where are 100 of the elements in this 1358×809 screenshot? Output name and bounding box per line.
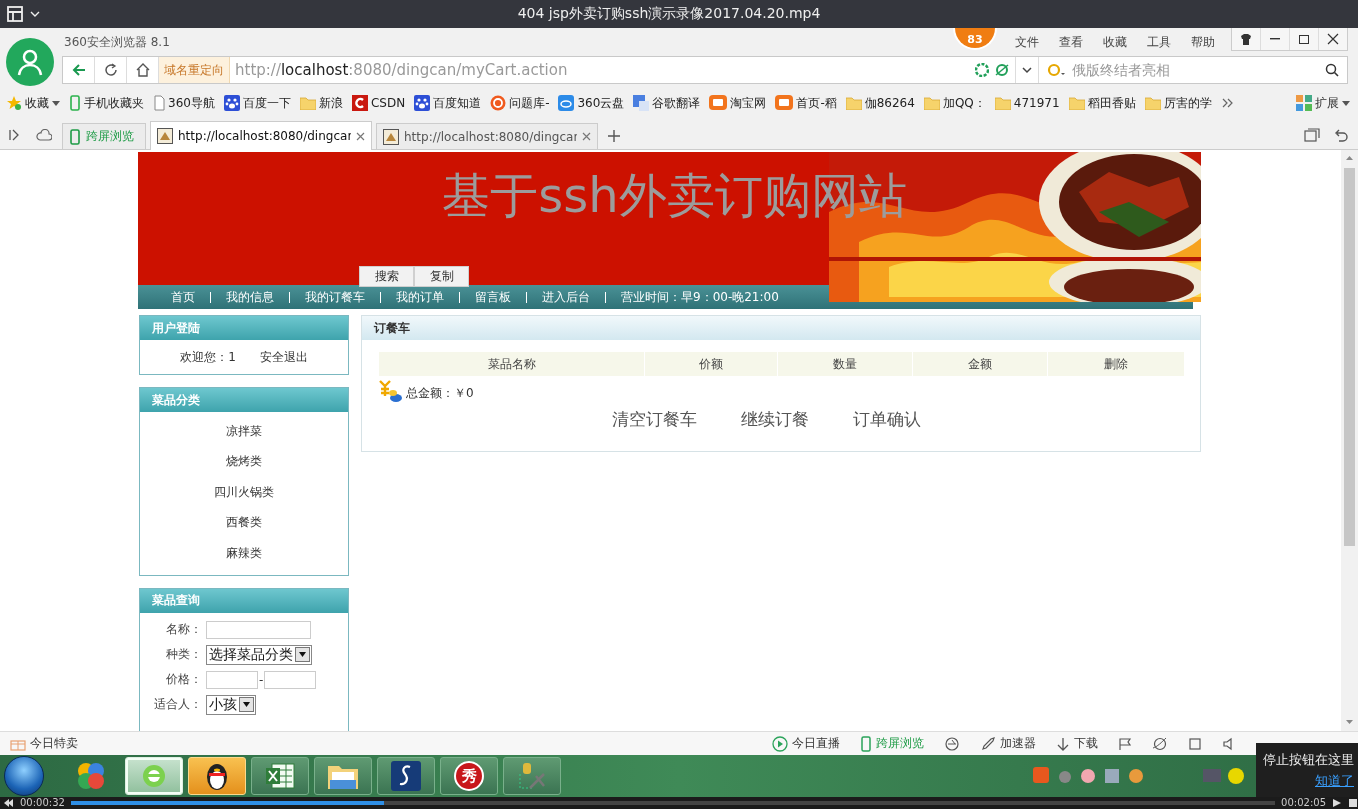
bookmark-item[interactable]: 谷歌翻译: [633, 94, 701, 112]
menu-item[interactable]: 收藏: [1093, 33, 1137, 51]
start-button[interactable]: [4, 756, 44, 796]
bookmark-item[interactable]: 收藏: [6, 94, 60, 112]
bookmark-item[interactable]: 厉害的学: [1144, 94, 1212, 112]
stop-icon[interactable]: [1348, 798, 1358, 808]
category-link[interactable]: 麻辣类: [226, 538, 262, 569]
taskbar-button[interactable]: [377, 757, 435, 795]
column-header: 金额: [912, 352, 1047, 376]
field-label: 适合人：: [153, 696, 203, 713]
layout-icon[interactable]: [6, 5, 24, 23]
duration-time: 00:02:05: [1281, 797, 1326, 809]
menu-item[interactable]: 帮助: [1181, 33, 1225, 51]
paw-icon: [414, 95, 431, 111]
minimize-icon: [1270, 38, 1280, 40]
phone-icon: [69, 95, 81, 111]
close-button[interactable]: [1318, 28, 1347, 50]
nav-link[interactable]: 我的订单: [396, 288, 444, 306]
status-button[interactable]: [1188, 736, 1202, 751]
menu-item[interactable]: 工具: [1137, 33, 1181, 51]
category-link[interactable]: 烧烤类: [226, 446, 262, 477]
welcome-text: 欢迎您：1: [180, 348, 236, 366]
bookmark-item[interactable]: 伽86264: [845, 94, 915, 112]
search-field[interactable]: 俄版终结者亮相: [1070, 61, 1322, 79]
bookmark-item[interactable]: 手机收藏夹: [69, 94, 144, 112]
category-select[interactable]: 选择菜品分类: [206, 644, 312, 665]
popup-button[interactable]: 复制: [414, 266, 469, 287]
cloud-icon: [558, 95, 575, 111]
category-link[interactable]: 凉拌菜: [226, 416, 262, 447]
bookmark-item[interactable]: 问题库-: [490, 94, 550, 112]
play-icon: [772, 735, 788, 752]
nav-link[interactable]: 我的订餐车: [305, 288, 365, 306]
bookmark-item[interactable]: CSDN: [351, 95, 406, 111]
nav-link[interactable]: 我的信息: [226, 288, 274, 306]
skin-button[interactable]: [1232, 28, 1260, 50]
field-label: 名称：: [165, 621, 203, 638]
cart-action-link[interactable]: 继续订餐: [740, 408, 809, 431]
double-chevron-icon[interactable]: [1220, 97, 1235, 109]
nav-link[interactable]: 留言板: [475, 288, 511, 306]
chevron-down-icon[interactable]: [30, 9, 40, 19]
nav-link[interactable]: 进入后台: [542, 288, 590, 306]
logout-link[interactable]: 安全退出: [259, 348, 308, 366]
tabs-icon[interactable]: [1304, 128, 1320, 142]
bookmark-item[interactable]: 百度一下: [223, 94, 291, 112]
close-icon[interactable]: [356, 131, 365, 141]
undo-icon[interactable]: [1334, 128, 1348, 142]
nav-link[interactable]: 首页: [171, 288, 195, 306]
logo-icon: [709, 95, 728, 111]
cart-action-link[interactable]: 订单确认: [852, 408, 921, 431]
max-price-field[interactable]: [264, 670, 317, 689]
bookmark-item[interactable]: 百度知道: [414, 94, 482, 112]
category-link[interactable]: 西餐类: [226, 507, 262, 538]
panel-title: 菜品查询: [140, 588, 348, 613]
bookmark-item[interactable]: 471971: [994, 96, 1060, 110]
url-field[interactable]: http://localhost:8080/dingcan/myCart.action: [230, 57, 969, 83]
cart-action-link[interactable]: 清空订餐车: [611, 408, 697, 431]
panel-title: 用户登陆: [140, 316, 348, 340]
status-button[interactable]: 跨屏浏览: [860, 735, 924, 752]
folder-icon: [923, 96, 940, 110]
panel-title: 菜品分类: [140, 388, 348, 412]
extensions-button[interactable]: 扩展: [1296, 94, 1350, 112]
person-select[interactable]: 小孩: [206, 694, 256, 715]
refresh-icon: [103, 63, 118, 77]
dismiss-link[interactable]: 知道了: [1315, 772, 1354, 790]
status-button[interactable]: 下载: [1056, 735, 1098, 752]
seek-bar[interactable]: [70, 801, 1276, 805]
bookmark-item[interactable]: 首页-稻: [775, 94, 837, 112]
taskbar-button[interactable]: 秀: [440, 757, 498, 795]
bookmark-item[interactable]: 加QQ：: [923, 94, 986, 112]
name-field[interactable]: [206, 620, 311, 639]
nav-link[interactable]: 营业时间：早9：00-晚21:00: [621, 288, 779, 306]
dropdown-button[interactable]: [1015, 57, 1039, 83]
maximize-button[interactable]: [1289, 28, 1318, 50]
logo-icon: [351, 95, 368, 111]
bookmark-item[interactable]: 新浪: [299, 94, 343, 112]
menu-item[interactable]: 文件: [1005, 33, 1049, 51]
shirt-icon: [1240, 33, 1252, 45]
status-button[interactable]: [1118, 736, 1132, 751]
plus-icon: [608, 130, 620, 142]
status-button[interactable]: 今日直播: [772, 735, 840, 752]
bookmark-item[interactable]: 稻田香贴: [1068, 94, 1136, 112]
popup-button[interactable]: 搜索: [359, 266, 414, 287]
status-button[interactable]: 加速器: [980, 735, 1036, 752]
bookmark-item[interactable]: 淘宝网: [709, 94, 767, 112]
maximize-icon: [1298, 33, 1310, 45]
swirl-icon: [944, 735, 960, 752]
profile-avatar[interactable]: [6, 38, 54, 86]
column-header: 价额: [644, 352, 777, 376]
cloud-icon[interactable]: [36, 129, 52, 141]
category-link[interactable]: 四川火锅类: [214, 477, 274, 508]
menu-item[interactable]: 查看: [1049, 33, 1093, 51]
deals-link[interactable]: 今日特卖: [10, 735, 78, 752]
caret-icon: [1342, 99, 1350, 107]
bookmark-item[interactable]: 360导航: [153, 94, 215, 112]
favicon-icon: [383, 128, 399, 145]
min-price-field[interactable]: [206, 670, 258, 689]
close-icon[interactable]: [582, 132, 591, 141]
status-button[interactable]: [944, 735, 960, 752]
bookmark-item[interactable]: 360云盘: [558, 94, 625, 112]
site-title: 基于ssh外卖订购网站: [441, 166, 908, 225]
